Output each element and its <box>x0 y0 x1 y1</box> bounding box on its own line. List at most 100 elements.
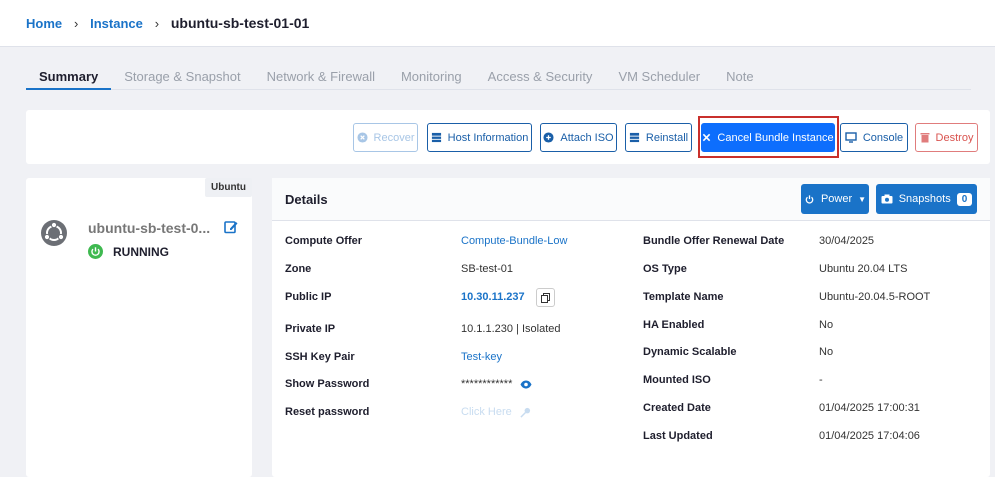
server-icon <box>431 132 441 143</box>
detail-row: SSH Key Pair <box>285 351 355 363</box>
console-button[interactable]: Console <box>840 123 908 152</box>
monitor-icon <box>845 132 857 143</box>
detail-label: SSH Key Pair <box>285 351 355 363</box>
trash-icon <box>920 133 930 143</box>
detail-row: Bundle Offer Renewal Date <box>643 235 784 247</box>
attach-iso-label: Attach ISO <box>560 131 614 144</box>
compute-offer-link[interactable]: Compute-Bundle-Low <box>461 235 567 247</box>
copy-icon[interactable] <box>536 288 555 307</box>
breadcrumb-home[interactable]: Home <box>26 16 62 31</box>
password-value: ************ <box>461 378 513 390</box>
tab-storage-snapshot[interactable]: Storage & Snapshot <box>111 66 253 90</box>
recover-label: Recover <box>373 131 415 144</box>
detail-value: 10.1.1.230 | Isolated <box>461 323 561 335</box>
detail-row: Created Date <box>643 402 711 414</box>
breadcrumb: Home › Instance › ubuntu-sb-test-01-01 <box>0 0 995 47</box>
details-panel: Details Power ▼ Snapshots 0 Compute Offe… <box>272 178 990 477</box>
renewal-date-value: 30/04/2025 <box>819 235 875 247</box>
public-ip-value: 10.30.11.237 <box>461 291 525 303</box>
host-information-label: Host Information <box>447 131 529 144</box>
detail-row: Reset password <box>285 406 369 418</box>
detail-label: Reset password <box>285 406 370 418</box>
breadcrumb-instance[interactable]: Instance <box>90 16 143 31</box>
detail-label: Dynamic Scalable <box>643 346 737 358</box>
detail-row: Last Updated <box>643 430 713 442</box>
os-badge: Ubuntu <box>205 178 252 197</box>
detail-row: Template Name <box>643 291 724 303</box>
detail-label: Last Updated <box>643 430 713 442</box>
tab-note[interactable]: Note <box>713 66 766 90</box>
detail-label: Show Password <box>285 378 370 390</box>
snapshots-count-badge: 0 <box>956 192 973 206</box>
snapshots-button[interactable]: Snapshots 0 <box>876 184 977 214</box>
detail-row: Public IP <box>285 291 331 303</box>
status-text: RUNNING <box>113 244 169 259</box>
destroy-button[interactable]: Destroy <box>915 123 978 152</box>
chevron-right-icon: › <box>73 15 79 31</box>
action-toolbar: Recover Host Information Attach ISO Rein… <box>26 110 990 164</box>
details-header: Details Power ▼ Snapshots 0 <box>272 178 990 221</box>
eye-icon[interactable] <box>520 380 532 389</box>
detail-value: ************ <box>461 378 532 390</box>
edit-icon[interactable] <box>224 220 238 234</box>
power-dropdown-button[interactable]: Power ▼ <box>801 184 869 214</box>
disc-icon <box>543 132 554 143</box>
key-icon <box>520 407 530 418</box>
page-title: ubuntu-sb-test-01-01 <box>170 15 310 31</box>
detail-value: Test-key <box>461 351 502 363</box>
zone-value: SB-test-01 <box>461 263 513 275</box>
instance-status: RUNNING <box>88 244 169 259</box>
detail-label: HA Enabled <box>643 319 705 331</box>
close-icon <box>703 133 711 142</box>
detail-value: - <box>819 374 823 386</box>
tab-summary[interactable]: Summary <box>26 66 112 90</box>
detail-value: SB-test-01 <box>461 263 513 275</box>
attach-iso-button[interactable]: Attach ISO <box>540 123 617 152</box>
dynamic-scalable-value: No <box>819 346 834 358</box>
console-label: Console <box>862 131 904 144</box>
cancel-bundle-instance-label: Cancel Bundle Instance <box>717 131 834 144</box>
detail-value: No <box>819 319 833 331</box>
detail-label: Zone <box>285 263 312 275</box>
last-updated-value: 01/04/2025 17:04:06 <box>819 430 920 442</box>
detail-value: 30/04/2025 <box>819 235 874 247</box>
detail-label: OS Type <box>643 263 687 275</box>
power-label: Power <box>820 193 853 205</box>
ha-enabled-value: No <box>819 319 834 331</box>
detail-value: Click Here <box>461 406 531 418</box>
detail-row: Dynamic Scalable <box>643 346 737 358</box>
template-name-value: Ubuntu-20.04.5-ROOT <box>819 291 931 303</box>
ssh-key-link[interactable]: Test-key <box>461 351 502 363</box>
reinstall-button[interactable]: Reinstall <box>625 123 692 152</box>
reset-password-link[interactable]: Click Here <box>461 406 512 418</box>
destroy-label: Destroy <box>935 131 974 144</box>
recover-icon <box>356 132 368 143</box>
instance-name: ubuntu-sb-test-0... <box>88 220 210 236</box>
recover-button[interactable]: Recover <box>353 123 418 152</box>
detail-label: Created Date <box>643 402 711 414</box>
detail-label: Public IP <box>285 291 332 303</box>
detail-row: Compute Offer <box>285 235 362 247</box>
detail-label: Private IP <box>285 323 336 335</box>
detail-value: No <box>819 346 833 358</box>
ubuntu-icon <box>41 220 67 246</box>
detail-value: Ubuntu-20.04.5-ROOT <box>819 291 930 303</box>
detail-label: Bundle Offer Renewal Date <box>643 235 785 247</box>
chevron-right-icon: › <box>154 15 160 31</box>
detail-label: Template Name <box>643 291 724 303</box>
instance-card: Ubuntu ubuntu-sb-test-0... RUNNING <box>26 178 252 477</box>
tab-monitoring[interactable]: Monitoring <box>388 66 475 90</box>
os-type-value: Ubuntu 20.04 LTS <box>819 263 908 275</box>
mounted-iso-value: - <box>819 374 823 386</box>
detail-row: Show Password <box>285 378 369 390</box>
power-icon <box>805 194 814 204</box>
caret-down-icon: ▼ <box>858 194 867 204</box>
tab-bar: Summary Storage & Snapshot Network & Fir… <box>26 66 971 90</box>
tab-vm-scheduler[interactable]: VM Scheduler <box>605 66 713 90</box>
cancel-bundle-instance-button[interactable]: Cancel Bundle Instance <box>701 123 835 152</box>
tab-access-security[interactable]: Access & Security <box>475 66 606 90</box>
detail-value: 01/04/2025 17:00:31 <box>819 402 920 414</box>
host-information-button[interactable]: Host Information <box>427 123 532 152</box>
tab-network-firewall[interactable]: Network & Firewall <box>254 66 388 90</box>
detail-row: Private IP <box>285 323 335 335</box>
